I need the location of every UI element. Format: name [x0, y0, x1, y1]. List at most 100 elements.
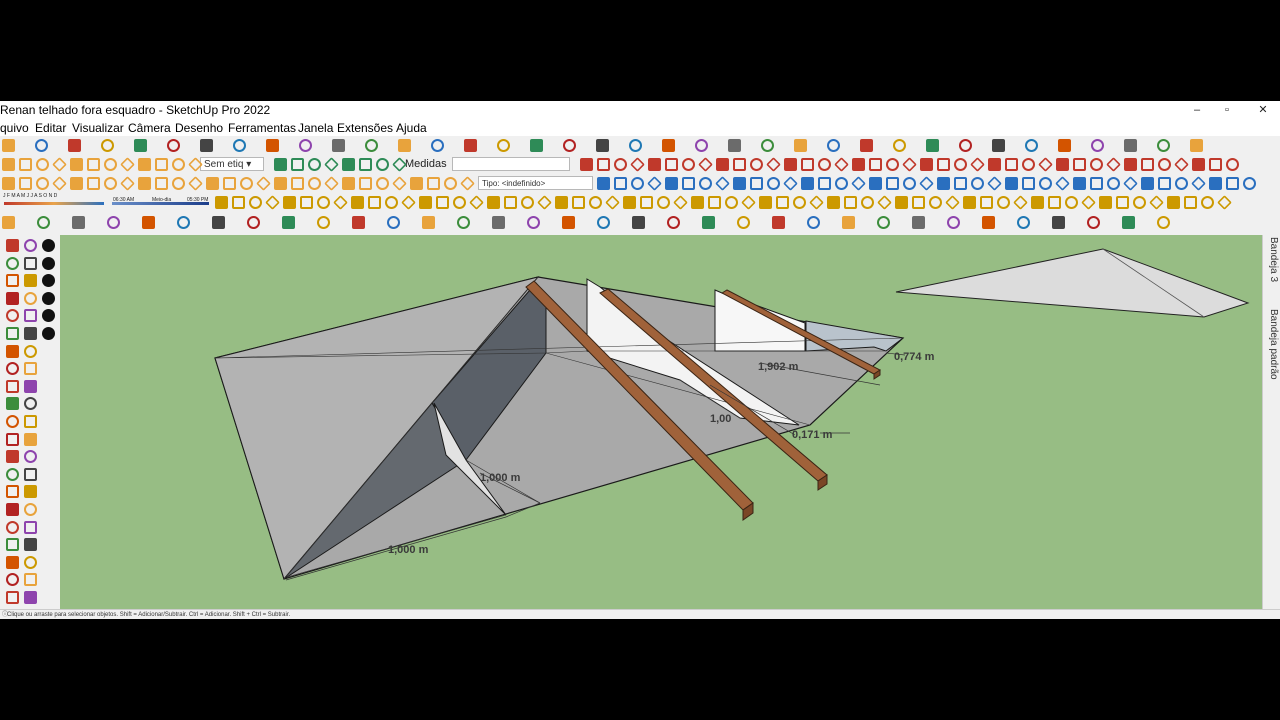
left-tool-icon[interactable]: [6, 239, 19, 252]
toolbar-tool-icon[interactable]: [992, 139, 1005, 152]
toolbar-tool-icon[interactable]: [708, 196, 721, 209]
toolbar-tool-icon[interactable]: [1133, 196, 1146, 209]
toolbar-tool-icon[interactable]: [1025, 139, 1038, 152]
toolbar-tool-icon[interactable]: [877, 139, 890, 152]
toolbar-tool-icon[interactable]: [691, 196, 704, 209]
view-style-icon[interactable]: [42, 274, 55, 288]
toolbar-tool-icon[interactable]: [801, 158, 814, 171]
left-tool-icon[interactable]: [6, 327, 19, 340]
left-tool-icon[interactable]: [24, 291, 37, 305]
toolbar-tool-icon[interactable]: [415, 139, 428, 152]
toolbar-tool-icon[interactable]: [695, 139, 708, 152]
toolbar-tool-icon[interactable]: [90, 216, 103, 229]
toolbar-tool-icon[interactable]: [527, 216, 540, 229]
toolbar-tool-icon[interactable]: [188, 176, 203, 191]
toolbar-tool-icon[interactable]: [807, 216, 820, 229]
toolbar-tool-icon[interactable]: [947, 216, 960, 229]
left-tool-icon[interactable]: [6, 538, 19, 552]
toolbar-tool-icon[interactable]: [793, 196, 806, 209]
toolbar-tool-icon[interactable]: [964, 215, 979, 230]
toolbar-tool-icon[interactable]: [1209, 158, 1222, 171]
toolbar-tool-icon[interactable]: [665, 158, 678, 171]
toolbar-tool-icon[interactable]: [937, 158, 950, 171]
toolbar-tool-icon[interactable]: [650, 216, 663, 229]
toolbar-tool-icon[interactable]: [869, 177, 882, 190]
toolbar-tool-icon[interactable]: [794, 139, 807, 152]
toolbar-tool-icon[interactable]: [457, 216, 470, 229]
toolbar-tool-icon[interactable]: [249, 138, 264, 153]
toolbar-tool-icon[interactable]: [851, 176, 866, 191]
toolbar-tool-icon[interactable]: [902, 157, 917, 172]
menu-arquivo[interactable]: quivo: [0, 121, 29, 135]
toolbar-tool-icon[interactable]: [1005, 158, 1018, 171]
toolbar-tool-icon[interactable]: [1124, 139, 1137, 152]
toolbar-tool-icon[interactable]: [699, 177, 712, 190]
toolbar-tool-icon[interactable]: [937, 177, 950, 190]
left-tool-icon[interactable]: [6, 379, 19, 393]
toolbar-tool-icon[interactable]: [1034, 215, 1049, 230]
toolbar-tool-icon[interactable]: [392, 176, 407, 191]
toolbar-tool-icon[interactable]: [613, 139, 626, 152]
toolbar-tool-icon[interactable]: [1075, 139, 1088, 152]
toolbar-tool-icon[interactable]: [1226, 177, 1239, 190]
toolbar-tool-icon[interactable]: [1070, 216, 1083, 229]
toolbar-tool-icon[interactable]: [37, 216, 50, 229]
toolbar-tool-icon[interactable]: [776, 196, 789, 209]
left-tool-icon[interactable]: [6, 362, 19, 376]
toolbar-tool-icon[interactable]: [1141, 177, 1154, 190]
toolbar-tool-icon[interactable]: [631, 177, 644, 190]
toolbar-tool-icon[interactable]: [1058, 139, 1071, 152]
toolbar-tool-icon[interactable]: [630, 157, 645, 172]
left-tool-icon[interactable]: [6, 344, 19, 358]
toolbar-tool-icon[interactable]: [1039, 177, 1052, 190]
toolbar-tool-icon[interactable]: [240, 177, 253, 190]
toolbar-tool-icon[interactable]: [487, 196, 500, 209]
toolbar-tool-icon[interactable]: [728, 139, 741, 152]
toolbar-tool-icon[interactable]: [1226, 158, 1239, 171]
toolbar-tool-icon[interactable]: [1158, 158, 1171, 171]
toolbar-tool-icon[interactable]: [614, 158, 627, 171]
menu-camera[interactable]: Câmera: [128, 121, 171, 135]
toolbar-tool-icon[interactable]: [1192, 158, 1205, 171]
toolbar-tool-icon[interactable]: [1157, 139, 1170, 152]
toolbar-tool-icon[interactable]: [87, 177, 100, 190]
toolbar-tool-icon[interactable]: [51, 138, 66, 153]
toolbar-tool-icon[interactable]: [104, 177, 117, 190]
toolbar-tool-icon[interactable]: [138, 177, 151, 190]
toolbar-tool-icon[interactable]: [1173, 138, 1188, 153]
toolbar-tool-icon[interactable]: [299, 139, 312, 152]
toolbar-tool-icon[interactable]: [903, 177, 916, 190]
toolbar-tool-icon[interactable]: [684, 215, 699, 230]
toolbar-tool-icon[interactable]: [1090, 158, 1103, 171]
left-tool-icon[interactable]: [24, 450, 37, 464]
toolbar-tool-icon[interactable]: [36, 158, 49, 171]
toolbar-tool-icon[interactable]: [580, 216, 593, 229]
toolbar-tool-icon[interactable]: [1091, 139, 1104, 152]
toolbar-tool-icon[interactable]: [249, 196, 262, 209]
view-style-icon[interactable]: [42, 256, 55, 270]
toolbar-tool-icon[interactable]: [513, 138, 528, 153]
toolbar-tool-icon[interactable]: [200, 139, 213, 152]
toolbar-tool-icon[interactable]: [52, 176, 67, 191]
toolbar-tool-icon[interactable]: [843, 138, 858, 153]
toolbar-tool-icon[interactable]: [895, 196, 908, 209]
toolbar-tool-icon[interactable]: [1022, 158, 1035, 171]
toolbar-tool-icon[interactable]: [317, 216, 330, 229]
toolbar-tool-icon[interactable]: [579, 138, 594, 153]
toolbar-tool-icon[interactable]: [230, 216, 243, 229]
toolbar-tool-icon[interactable]: [504, 196, 517, 209]
toolbar-tool-icon[interactable]: [308, 158, 321, 171]
toolbar-tool-icon[interactable]: [1065, 196, 1078, 209]
toolbar-tool-icon[interactable]: [530, 139, 543, 152]
toolbar-tool-icon[interactable]: [70, 177, 83, 190]
type-field[interactable]: Tipo: <indefinido>: [478, 176, 593, 190]
toolbar-tool-icon[interactable]: [835, 177, 848, 190]
toolbar-tool-icon[interactable]: [206, 177, 219, 190]
toolbar-tool-icon[interactable]: [167, 139, 180, 152]
toolbar-tool-icon[interactable]: [682, 158, 695, 171]
toolbar-tool-icon[interactable]: [614, 215, 629, 230]
toolbar-tool-icon[interactable]: [919, 176, 934, 191]
toolbar-tool-icon[interactable]: [640, 196, 653, 209]
toolbar-tool-icon[interactable]: [155, 158, 168, 171]
toolbar-tool-icon[interactable]: [492, 216, 505, 229]
